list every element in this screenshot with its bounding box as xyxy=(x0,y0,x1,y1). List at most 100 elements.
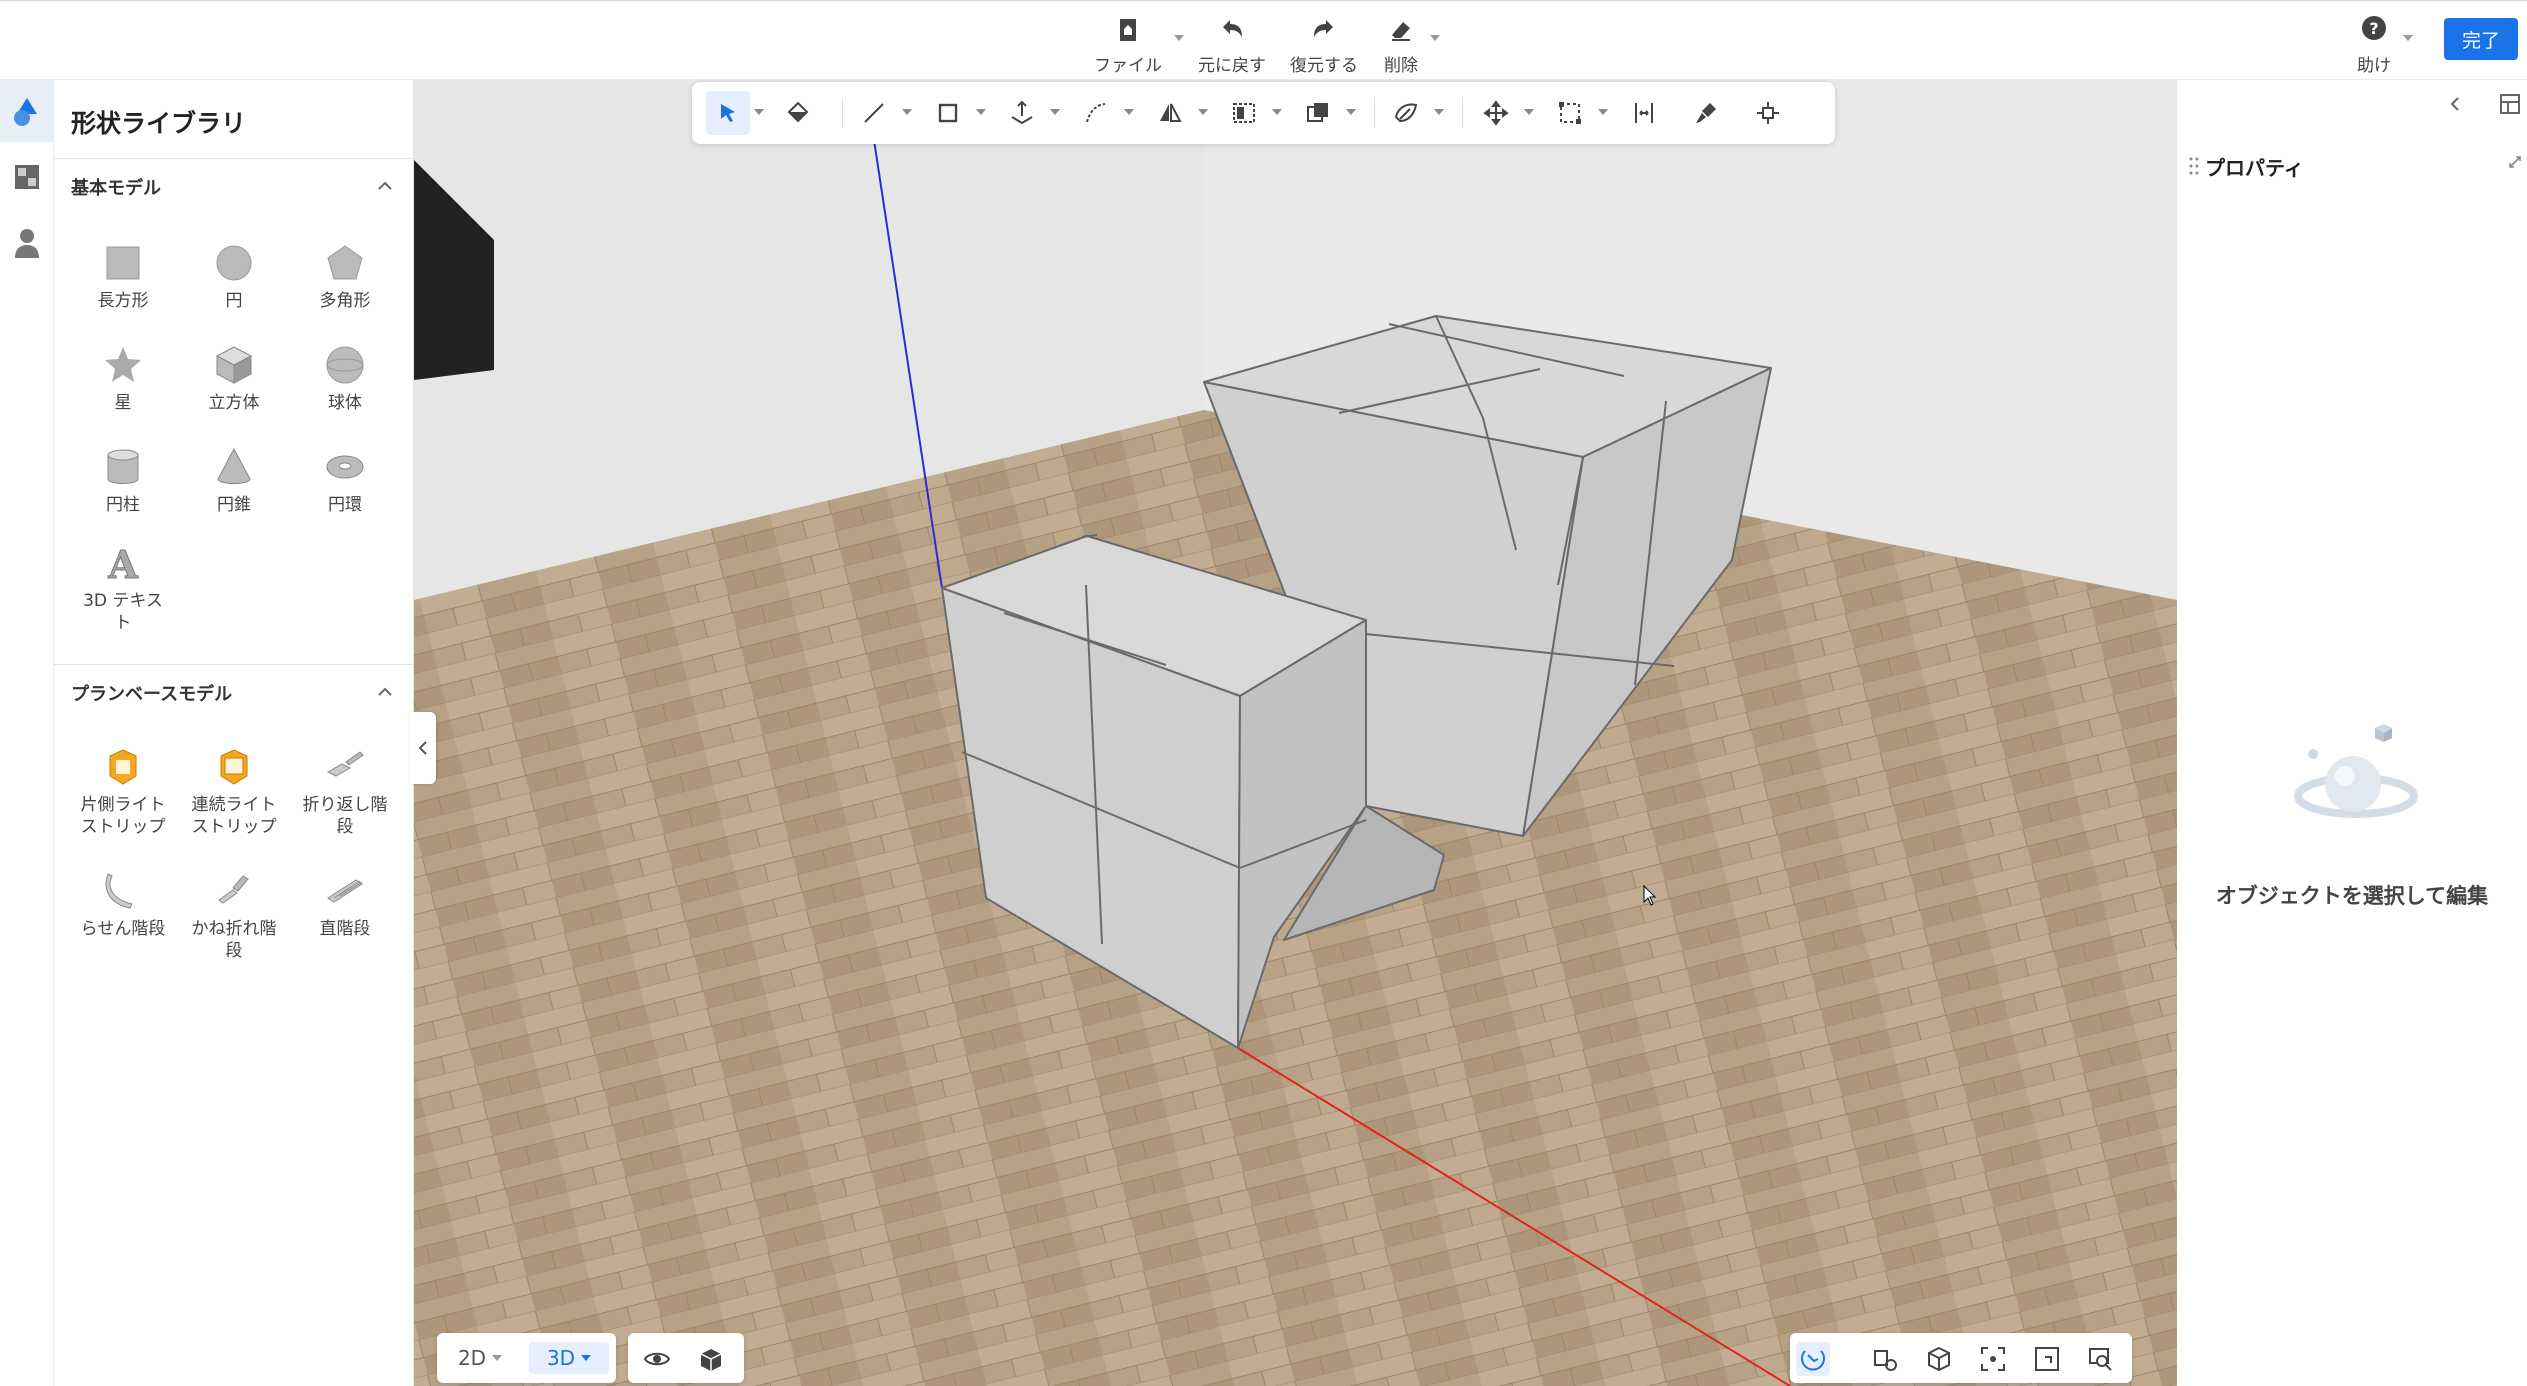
shape-l-stairs[interactable]: かね折れ階段 xyxy=(179,870,289,962)
panel-collapse-button[interactable] xyxy=(2438,88,2472,120)
orbit-pan-tool[interactable] xyxy=(1746,91,1790,135)
group-caret-icon[interactable] xyxy=(1346,109,1356,115)
view-2d-button[interactable]: 2D xyxy=(445,1342,515,1374)
layout-toggle-button[interactable] xyxy=(2494,88,2526,120)
shape-label: 球体 xyxy=(328,393,362,413)
shape-3d-text[interactable]: A 3D テキスト xyxy=(68,542,178,634)
switchback-stairs-icon xyxy=(326,751,364,777)
scale-tool[interactable] xyxy=(1548,91,1592,135)
mirror-tool[interactable] xyxy=(1148,91,1192,135)
toolbar-separator xyxy=(1462,98,1463,128)
mirror-caret-icon[interactable] xyxy=(1198,109,1208,115)
app-window: ファイル 元に戻す 復元する 削除 ? 助け 完了 形状ライブラリ 基本モデル … xyxy=(0,0,2527,1386)
shape-rectangle[interactable]: 長方形 xyxy=(68,242,178,312)
fit-view-button[interactable] xyxy=(1976,1342,2010,1376)
plan-section-header: プランベースモデル xyxy=(71,684,233,705)
measure-tool[interactable] xyxy=(1622,91,1666,135)
divider xyxy=(54,158,414,159)
chevron-left-icon xyxy=(2450,97,2459,111)
delete-caret-icon[interactable] xyxy=(1430,35,1440,41)
file-caret-icon[interactable] xyxy=(1174,35,1184,41)
rail-shape-library[interactable] xyxy=(0,80,54,142)
shape-cone[interactable]: 円錐 xyxy=(179,446,289,516)
shape-label: 連続ライトストリップ xyxy=(191,795,277,837)
shape-library-panel: 形状ライブラリ 基本モデル 長方形 円 多角形 星 立方体 球体 円柱 円錐 円… xyxy=(54,80,414,1386)
orbit-button[interactable] xyxy=(1796,1342,1830,1376)
perspective-button[interactable] xyxy=(1922,1342,1956,1376)
shape-spiral-stairs[interactable]: らせん階段 xyxy=(68,870,178,940)
light-strip-icon xyxy=(109,749,137,785)
shape-cube[interactable]: 立方体 xyxy=(179,344,289,414)
expand-icon[interactable] xyxy=(2507,154,2523,170)
view-mode-bar: 2D 3D xyxy=(437,1333,616,1383)
shape-polygon[interactable]: 多角形 xyxy=(290,242,400,312)
push-pull-caret-icon[interactable] xyxy=(1050,109,1060,115)
offset-tool[interactable] xyxy=(1074,91,1118,135)
chevron-down-icon xyxy=(492,1355,503,1361)
redo-icon xyxy=(1314,20,1333,37)
file-menu-button[interactable]: ファイル xyxy=(1094,13,1184,76)
3d-scene[interactable] xyxy=(414,80,2177,1386)
offset-caret-icon[interactable] xyxy=(1124,109,1134,115)
rail-materials[interactable] xyxy=(0,146,54,208)
push-pull-tool[interactable] xyxy=(1000,91,1044,135)
shape-sphere[interactable]: 球体 xyxy=(290,344,400,414)
help-button[interactable]: ? 助け xyxy=(2357,13,2413,76)
shape-switchback-stairs[interactable]: 折り返し階段 xyxy=(290,746,400,838)
shape-label: 円環 xyxy=(328,495,362,515)
person-icon xyxy=(15,229,39,258)
push-pull-icon xyxy=(1011,100,1033,125)
align-caret-icon[interactable] xyxy=(1272,109,1282,115)
rectangle-tool[interactable] xyxy=(926,91,970,135)
line-tool[interactable] xyxy=(852,91,896,135)
align-tool[interactable] xyxy=(1222,91,1266,135)
3d-viewport[interactable] xyxy=(414,80,2177,1386)
chevron-up-icon[interactable] xyxy=(375,176,395,196)
group-tool[interactable] xyxy=(1296,91,1340,135)
shape-straight-stairs[interactable]: 直階段 xyxy=(290,870,400,940)
group-icon xyxy=(1307,103,1328,122)
camera-settings-button[interactable] xyxy=(1868,1342,1902,1376)
zoom-search-button[interactable] xyxy=(2084,1342,2118,1376)
redo-button[interactable]: 復元する xyxy=(1290,13,1358,76)
shape-label: 直階段 xyxy=(319,919,371,939)
shape-star[interactable]: 星 xyxy=(68,344,178,414)
shape-torus[interactable]: 円環 xyxy=(290,446,400,516)
drag-handle-icon[interactable] xyxy=(2189,156,2199,176)
shape-cylinder[interactable]: 円柱 xyxy=(68,446,178,516)
select-tool[interactable] xyxy=(706,91,750,135)
delete-button[interactable]: 削除 xyxy=(1384,13,1440,76)
paint-tool[interactable] xyxy=(1684,91,1728,135)
visibility-button[interactable] xyxy=(640,1342,674,1376)
rail-account[interactable] xyxy=(0,212,54,274)
material-caret-icon[interactable] xyxy=(1434,109,1444,115)
straight-stairs-icon xyxy=(327,879,363,903)
rectangle-tool-caret-icon[interactable] xyxy=(976,109,986,115)
shape-label: 片側ライトストリップ xyxy=(80,795,166,837)
empty-selection-message: オブジェクトを選択して編集 xyxy=(2215,884,2489,908)
shapes-icon xyxy=(14,98,37,126)
view-3d-button[interactable]: 3D xyxy=(529,1342,609,1374)
object-view-button[interactable] xyxy=(694,1342,728,1376)
rectangle-icon xyxy=(106,246,140,280)
shape-single-light-strip[interactable]: 片側ライトストリップ xyxy=(68,746,178,838)
select-tool-caret-icon[interactable] xyxy=(754,109,764,115)
undo-button[interactable]: 元に戻す xyxy=(1198,13,1266,76)
zoom-region-button[interactable] xyxy=(2030,1342,2064,1376)
help-caret-icon[interactable] xyxy=(2403,35,2413,41)
shape-continuous-light-strip[interactable]: 連続ライトストリップ xyxy=(179,746,289,838)
scale-caret-icon[interactable] xyxy=(1598,109,1608,115)
line-tool-caret-icon[interactable] xyxy=(902,109,912,115)
chevron-up-icon[interactable] xyxy=(375,682,395,702)
measure-icon xyxy=(1635,103,1653,123)
move-tool[interactable] xyxy=(1474,91,1518,135)
shape-circle[interactable]: 円 xyxy=(179,242,289,312)
library-collapse-tab[interactable] xyxy=(410,712,436,784)
shape-label: 多角形 xyxy=(319,291,371,311)
move-caret-icon[interactable] xyxy=(1524,109,1534,115)
done-button[interactable]: 完了 xyxy=(2444,18,2518,60)
shape-label: 立方体 xyxy=(208,393,260,413)
chevron-down-icon xyxy=(581,1355,592,1361)
paint-bucket-tool[interactable] xyxy=(776,91,820,135)
material-tool[interactable] xyxy=(1384,91,1428,135)
